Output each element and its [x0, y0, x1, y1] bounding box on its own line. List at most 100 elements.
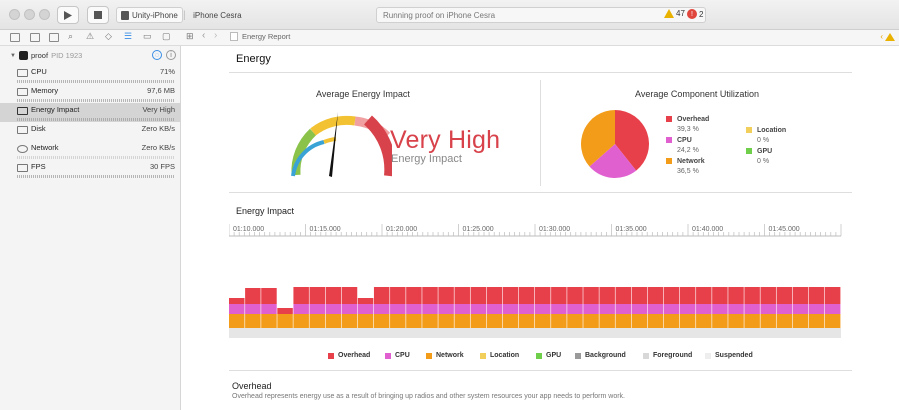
errors-badge[interactable]: ! 2 — [687, 9, 703, 19]
chevron-left-icon: ‹ — [880, 32, 883, 41]
run-button[interactable] — [57, 6, 79, 24]
bar-cpu-segment — [583, 304, 599, 314]
bar-overhead-segment — [599, 287, 615, 304]
bar-overhead-segment — [422, 287, 438, 304]
bar-network-segment — [663, 314, 680, 328]
memory-sparkline — [17, 99, 175, 102]
breadcrumb[interactable]: Energy Report — [230, 32, 290, 41]
forward-arrow-icon[interactable]: › — [214, 30, 217, 41]
bar-cpu-segment — [309, 304, 326, 314]
bar-network-segment — [792, 314, 809, 328]
disclosure-triangle-icon: ▼ — [10, 52, 16, 59]
bar-overhead-segment — [760, 287, 776, 304]
close-window-button[interactable] — [9, 9, 20, 20]
bar-overhead-segment — [744, 287, 760, 304]
app-icon — [18, 51, 28, 60]
symbol-icon[interactable] — [49, 33, 59, 42]
timeline-bar — [696, 287, 712, 328]
warning-icon — [664, 9, 674, 18]
bar-overhead-segment — [277, 308, 293, 314]
play-icon — [64, 10, 72, 20]
zoom-window-button[interactable] — [39, 9, 50, 20]
folder-icon[interactable] — [10, 33, 20, 42]
gauge-fps[interactable]: FPS 30 FPS — [0, 160, 181, 179]
scheme-target-label: Unity-iPhone — [132, 10, 178, 20]
issue-icon[interactable]: ⚠ — [86, 31, 94, 42]
gauge-value: 30 FPS — [149, 162, 175, 171]
location-swatch — [480, 352, 486, 359]
bar-cpu-segment — [744, 304, 760, 314]
issue-navigation[interactable]: ‹ — [880, 32, 895, 41]
gauge-energy-impact[interactable]: Energy Impact Very High — [0, 103, 181, 122]
device-selector[interactable]: ▏ iPhone Cesra — [180, 7, 246, 23]
bar-network-segment — [679, 314, 696, 328]
overhead-title: Overhead — [232, 381, 272, 391]
info-icon[interactable]: i — [166, 50, 176, 60]
bar-overhead-segment — [502, 287, 519, 304]
process-row[interactable]: ▼ proof PID 1923 — [10, 51, 82, 60]
bar-overhead-segment — [470, 287, 487, 304]
summary-divider — [229, 192, 852, 193]
errors-count: 2 — [699, 9, 704, 19]
warnings-badge[interactable]: 47 — [664, 9, 685, 18]
timeline-bar — [422, 287, 438, 328]
legend-name: Location — [757, 127, 787, 134]
bar-overhead-segment — [615, 287, 632, 304]
minimize-window-button[interactable] — [24, 9, 35, 20]
bar-network-segment — [357, 314, 374, 328]
bar-network-segment — [551, 314, 567, 328]
overhead-swatch — [328, 352, 334, 359]
window-toolbar: Unity-iPhone ▏ iPhone Cesra Running proo… — [0, 0, 899, 30]
overhead-swatch — [666, 116, 672, 122]
bar-cpu-segment — [792, 304, 809, 314]
avg-impact-title: Average Energy Impact — [316, 89, 410, 99]
bar-cpu-segment — [535, 304, 551, 314]
timeline-bar — [663, 287, 680, 328]
energy-sparkline — [17, 118, 175, 121]
filter-icon[interactable]: ◌ — [152, 50, 162, 60]
bar-cpu-segment — [438, 304, 454, 314]
app-target-icon — [121, 10, 129, 20]
gauge-value: Very High — [142, 105, 175, 114]
gpu-swatch — [536, 352, 542, 359]
time-tick-label: 01:25.000 — [463, 226, 494, 233]
gauge-memory[interactable]: Memory 97,6 MB — [0, 84, 181, 103]
bar-network-segment — [696, 314, 712, 328]
stop-button[interactable] — [87, 6, 109, 24]
legend-divider — [229, 370, 852, 371]
source-control-icon[interactable] — [30, 33, 40, 42]
bar-cpu-segment — [679, 304, 696, 314]
breakpoint-icon[interactable]: ▭ — [143, 31, 152, 42]
search-icon[interactable]: ⌕ — [68, 31, 73, 42]
timeline-bar — [535, 287, 551, 328]
gauge-label: FPS — [31, 162, 46, 171]
report-icon[interactable]: ▢ — [162, 31, 171, 42]
gauge-cpu[interactable]: CPU 71% — [0, 65, 181, 84]
legend-name: GPU — [757, 148, 773, 155]
legend-label: Foreground — [653, 352, 693, 359]
bar-overhead-segment — [679, 287, 696, 304]
bar-overhead-segment — [309, 287, 326, 304]
grid-icon[interactable]: ⊞ — [186, 31, 194, 42]
bar-network-segment — [583, 314, 599, 328]
gauge-disk[interactable]: Disk Zero KB/s — [0, 122, 181, 141]
timeline-bar — [470, 287, 487, 328]
legend-label: GPU — [546, 352, 562, 359]
bar-cpu-segment — [486, 304, 503, 314]
location-swatch — [746, 127, 752, 133]
scheme-selector[interactable]: Unity-iPhone — [116, 7, 183, 23]
timeline-bar — [551, 287, 567, 328]
bar-overhead-segment — [486, 287, 503, 304]
bar-overhead-segment — [535, 287, 551, 304]
bar-overhead-segment — [647, 287, 664, 304]
overhead-description: Overhead represents energy use as a resu… — [232, 393, 625, 400]
energy-impact-timeline[interactable]: 01:10.000 01:15.000 01:20.000 01:25.000 01:3… — [229, 222, 854, 344]
debug-navigator-icon[interactable]: ☰ — [124, 31, 132, 42]
back-arrow-icon[interactable]: ‹ — [202, 30, 205, 41]
timeline-bar — [792, 287, 809, 328]
bar-overhead-segment — [808, 287, 825, 304]
gauge-network[interactable]: Network Zero KB/s — [0, 141, 181, 160]
test-icon[interactable]: ◇ — [105, 31, 112, 42]
timeline-bar — [760, 287, 776, 328]
section-divider — [540, 80, 541, 186]
